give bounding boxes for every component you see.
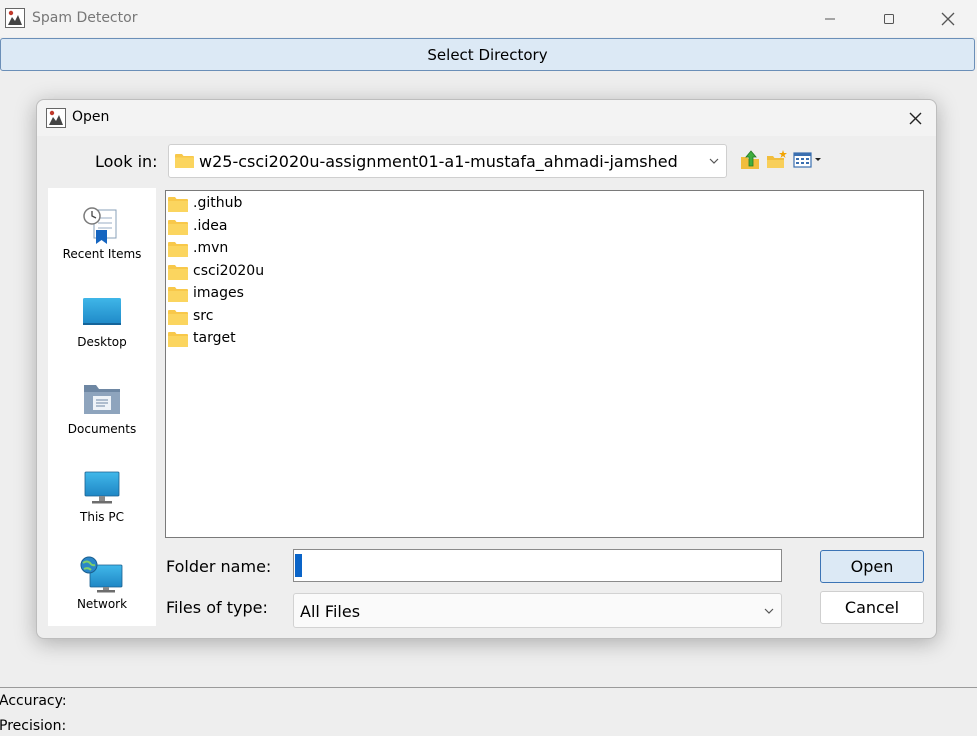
java-app-icon <box>46 108 66 128</box>
select-directory-button[interactable]: Select Directory <box>0 38 975 71</box>
file-name: target <box>193 330 236 346</box>
place-label: Recent Items <box>62 247 142 261</box>
list-item[interactable]: images <box>168 283 368 305</box>
folder-icon <box>168 309 188 325</box>
files-of-type-value: All Files <box>300 602 361 621</box>
dialog-close-button[interactable] <box>902 105 928 131</box>
window-close-button[interactable] <box>919 0 977 37</box>
place-documents[interactable]: Documents <box>48 381 156 461</box>
stats-divider <box>0 687 977 688</box>
network-icon <box>80 556 123 593</box>
cancel-button[interactable]: Cancel <box>820 591 924 624</box>
open-button[interactable]: Open <box>820 550 924 583</box>
list-item[interactable]: csci2020u <box>168 261 368 283</box>
close-icon <box>909 112 921 124</box>
chevron-down-icon <box>764 608 774 614</box>
place-label: This PC <box>80 510 124 524</box>
documents-icon <box>84 385 120 414</box>
dialog-title-bar: Open <box>37 100 936 136</box>
folder-name-input[interactable] <box>293 549 782 582</box>
look-in-combobox[interactable]: w25-csci2020u-assignment01-a1-mustafa_ah… <box>168 144 727 178</box>
folder-icon <box>168 264 188 280</box>
precision-label: Precision: <box>0 718 67 734</box>
folder-icon <box>168 242 188 257</box>
folder-name-label: Folder name: <box>166 557 272 576</box>
place-this-pc[interactable]: This PC <box>48 469 156 549</box>
dialog-title: Open <box>72 109 110 125</box>
open-dialog: Open Look in: w25-csci2020u-assignment01… <box>36 99 937 639</box>
folder-icon <box>168 287 188 302</box>
file-name: .mvn <box>193 240 229 256</box>
file-list[interactable]: .github .idea .mvn csci2020u images src … <box>165 190 924 538</box>
file-name: csci2020u <box>193 262 265 279</box>
create-new-folder-button[interactable] <box>765 147 789 173</box>
file-name: .idea <box>193 217 228 234</box>
list-item[interactable]: .mvn <box>168 238 368 260</box>
window-title-bar: Spam Detector <box>0 0 977 37</box>
place-desktop[interactable]: Desktop <box>48 294 156 374</box>
close-icon <box>941 12 955 25</box>
files-of-type-label: Files of type: <box>166 598 268 617</box>
look-in-label: Look in: <box>95 152 158 171</box>
recent-items-icon <box>83 207 117 244</box>
desktop-icon <box>83 298 121 325</box>
list-item[interactable]: src <box>168 306 368 328</box>
view-menu-button[interactable] <box>792 147 824 173</box>
list-item[interactable]: .idea <box>168 216 368 238</box>
list-item[interactable]: .github <box>168 193 368 215</box>
places-sidebar: Recent Items Desktop Documents This PC N… <box>48 188 156 626</box>
accuracy-label: Accuracy: <box>0 693 67 709</box>
look-in-value: w25-csci2020u-assignment01-a1-mustafa_ah… <box>199 152 678 171</box>
file-name: src <box>193 307 214 324</box>
files-of-type-combobox[interactable]: All Files <box>293 593 782 628</box>
folder-icon <box>168 197 188 212</box>
view-menu-icon <box>793 152 821 168</box>
up-one-level-icon <box>741 150 759 169</box>
minimize-button[interactable] <box>801 0 859 37</box>
place-label: Desktop <box>77 335 127 349</box>
create-new-folder-icon <box>767 150 787 168</box>
up-one-level-button[interactable] <box>739 147 763 173</box>
file-name: .github <box>193 195 243 211</box>
this-pc-icon <box>84 471 120 504</box>
minimize-icon <box>825 18 835 19</box>
maximize-button[interactable] <box>860 0 918 37</box>
chevron-down-icon <box>709 158 719 164</box>
maximize-icon <box>884 13 894 24</box>
place-label: Documents <box>67 422 137 436</box>
file-name: images <box>193 285 244 301</box>
place-label: Network <box>76 597 128 611</box>
folder-icon <box>168 219 188 235</box>
folder-icon <box>168 332 188 347</box>
place-network[interactable]: Network <box>48 556 156 636</box>
java-app-icon <box>5 8 25 28</box>
place-recent-items[interactable]: Recent Items <box>48 206 156 286</box>
folder-icon <box>175 154 194 168</box>
list-item[interactable]: target <box>168 328 368 350</box>
window-title: Spam Detector <box>32 10 138 26</box>
